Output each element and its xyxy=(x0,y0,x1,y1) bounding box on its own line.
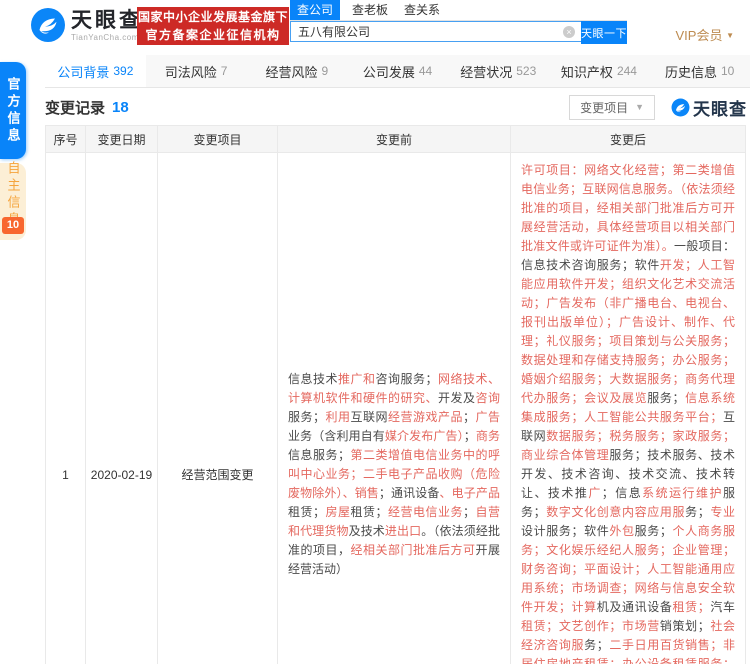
chevron-down-icon: ▼ xyxy=(635,102,644,112)
search-input[interactable] xyxy=(290,21,581,42)
gov-certification-badge: 国家中小企业发展基金旗下 官方备案企业征信机构 xyxy=(137,7,289,45)
logo-text: 天眼查 TianYanCha.com xyxy=(71,9,143,42)
change-item-filter-button[interactable]: 变更项目 ▼ xyxy=(569,94,655,120)
table-header-row: 序号 变更日期 变更项目 变更前 变更后 xyxy=(45,125,746,153)
row-index: 1 xyxy=(45,152,86,664)
row-change-date: 2020-02-19 xyxy=(85,152,158,664)
col-header-date: 变更日期 xyxy=(85,125,158,153)
filter-button-label: 变更项目 xyxy=(580,100,629,115)
vip-label: VIP会员 xyxy=(675,28,723,43)
nav-tab-count: 10 xyxy=(721,64,735,78)
col-header-after: 变更后 xyxy=(510,125,746,153)
nav-tab-label: 公司背景 xyxy=(57,64,110,80)
table-row: 1 2020-02-19 经营范围变更 信息技术推广和咨询服务；网络技术、计算机… xyxy=(45,152,746,664)
change-records-table: 序号 变更日期 变更项目 变更前 变更后 1 2020-02-19 经营范围变更… xyxy=(45,125,746,664)
nav-tab-count: 392 xyxy=(113,64,134,78)
clear-icon[interactable]: × xyxy=(563,26,575,38)
nav-tab-count: 44 xyxy=(418,64,433,78)
nav-tab-label: 公司发展 xyxy=(362,64,415,80)
section-title: 变更记录 xyxy=(45,99,106,117)
logo-name: 天眼查 xyxy=(71,8,143,32)
nav-tab-count: 523 xyxy=(516,64,537,78)
logo-domain: TianYanCha.com xyxy=(71,32,139,42)
nav-tab-label: 司法风险 xyxy=(164,64,217,80)
nav-tab-count: 9 xyxy=(321,64,329,78)
tianyancha-page: 天眼查 TianYanCha.com 国家中小企业发展基金旗下 官方备案企业征信… xyxy=(0,0,750,664)
self-info-count-badge: 10 xyxy=(2,217,24,234)
gov-badge-line1: 国家中小企业发展基金旗下 xyxy=(137,10,288,24)
vip-member-link[interactable]: VIP会员 ▼ xyxy=(675,25,734,44)
change-records-header: 变更记录 18 变更项目 ▼ 天眼查 xyxy=(45,92,747,122)
nav-tab-label: 经营状况 xyxy=(460,64,513,80)
search-area: 查公司 查老板 查关系 × 天眼一下 xyxy=(290,0,627,44)
nav-tab-label: 知识产权 xyxy=(560,64,613,80)
site-logo[interactable]: 天眼查 TianYanCha.com xyxy=(30,7,143,43)
nav-tab-count: 7 xyxy=(220,64,228,78)
nav-tab-history-info[interactable]: 历史信息 10 xyxy=(649,55,750,87)
nav-tab-operating-status[interactable]: 经营状况 523 xyxy=(448,55,549,87)
nav-tab-count: 244 xyxy=(616,64,637,78)
nav-tab-legal-risk[interactable]: 司法风险 7 xyxy=(146,55,247,87)
row-change-item: 经营范围变更 xyxy=(157,152,278,664)
tianyancha-eye-icon xyxy=(671,98,690,116)
search-tabs: 查公司 查老板 查关系 xyxy=(290,0,627,21)
search-tab-boss[interactable]: 查老板 xyxy=(352,0,388,20)
col-header-item: 变更项目 xyxy=(157,125,278,153)
nav-tab-operation-risk[interactable]: 经营风险 9 xyxy=(246,55,347,87)
col-header-before: 变更前 xyxy=(277,125,511,153)
gov-badge-line2: 官方备案企业征信机构 xyxy=(145,28,281,42)
search-bar: × 天眼一下 xyxy=(290,21,627,44)
nav-tab-company-development[interactable]: 公司发展 44 xyxy=(347,55,448,87)
watermark-brand: 天眼查 xyxy=(671,95,747,120)
company-nav: 公司背景 392 司法风险 7 经营风险 9 公司发展 44 经营状况 523 … xyxy=(45,55,750,88)
official-info-label: 官方信息 xyxy=(5,76,21,145)
nav-tab-company-background[interactable]: 公司背景 392 xyxy=(45,55,146,87)
search-button[interactable]: 天眼一下 xyxy=(581,21,627,44)
search-tab-company[interactable]: 查公司 xyxy=(290,0,341,20)
chevron-down-icon: ▼ xyxy=(726,31,734,40)
sidebar-tab-official-info[interactable]: 官方信息 xyxy=(0,62,26,159)
section-count: 18 xyxy=(112,98,129,116)
search-tab-relation[interactable]: 查关系 xyxy=(404,0,440,20)
watermark-brand-text: 天眼查 xyxy=(693,99,747,119)
row-before-content: 信息技术推广和咨询服务；网络技术、计算机软件和硬件的研究、开发及咨询服务；利用互… xyxy=(277,152,511,664)
col-header-index: 序号 xyxy=(45,125,86,153)
site-header: 天眼查 TianYanCha.com 国家中小企业发展基金旗下 官方备案企业征信… xyxy=(0,0,750,52)
row-after-content: 许可项目：网络文化经营；第二类增值电信业务；互联网信息服务。（依法须经批准的项目… xyxy=(510,152,746,664)
nav-tab-intellectual-property[interactable]: 知识产权 244 xyxy=(549,55,650,87)
nav-tab-label: 历史信息 xyxy=(664,64,717,80)
tianyancha-eye-icon xyxy=(31,8,65,42)
search-input-box: × xyxy=(290,21,581,44)
nav-tab-label: 经营风险 xyxy=(265,64,318,80)
